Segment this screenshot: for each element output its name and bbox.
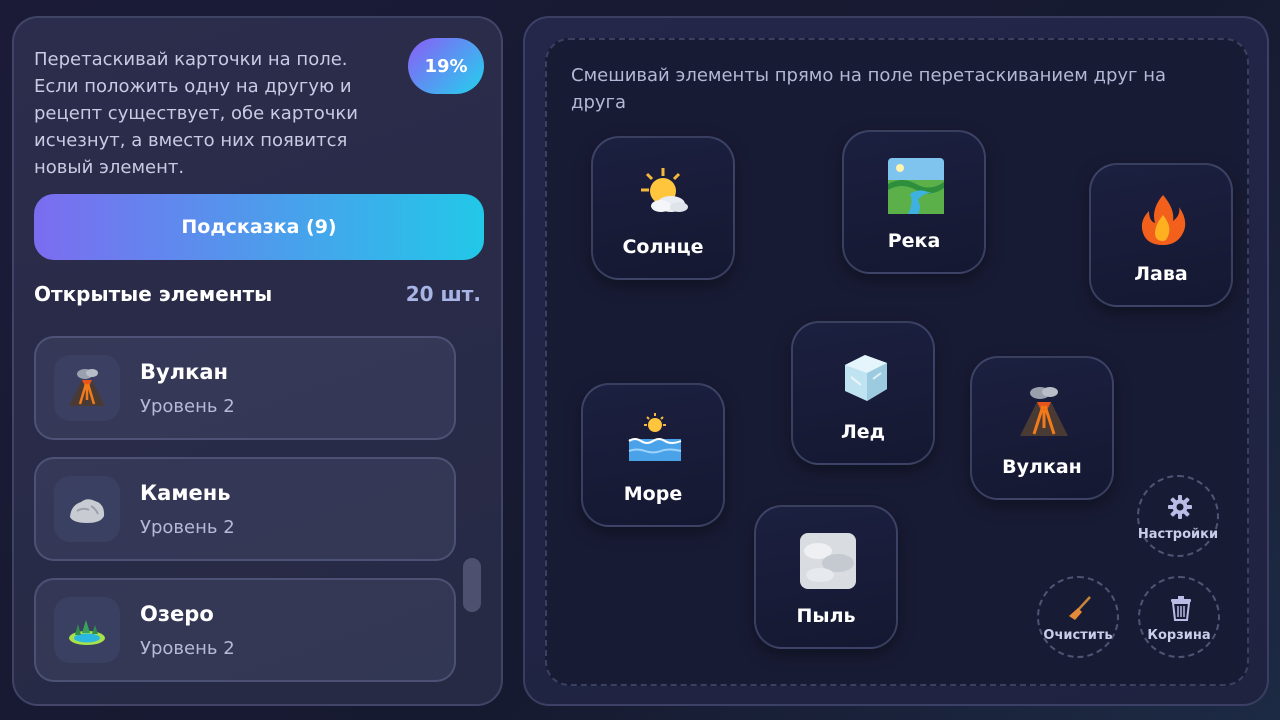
volcano-icon	[54, 355, 120, 421]
card-label: Солнце	[622, 236, 704, 258]
card-ice[interactable]: Лед	[791, 321, 935, 465]
list-item-rock[interactable]: Камень Уровень 2	[34, 457, 456, 561]
list-item-name: Вулкан	[140, 360, 229, 384]
rock-icon	[54, 476, 120, 542]
fire-icon	[1135, 191, 1191, 247]
lake-icon	[54, 597, 120, 663]
ice-icon	[837, 349, 893, 405]
card-label: Вулкан	[1002, 456, 1082, 478]
clear-button[interactable]: Очистить	[1037, 576, 1119, 658]
list-item-lake[interactable]: Озеро Уровень 2	[34, 578, 456, 682]
card-label: Пыль	[796, 605, 856, 627]
mixing-panel: Смешивай элементы прямо на поле перетаск…	[523, 16, 1269, 706]
instruction-text: Перетаскивай карточки на поле. Если поло…	[34, 49, 358, 178]
element-list: Вулкан Уровень 2 Камень Уровень 2 Озеро …	[34, 336, 456, 699]
river-icon	[888, 158, 944, 214]
list-scrollbar[interactable]	[463, 558, 481, 612]
sun-cloud-icon	[637, 164, 693, 220]
settings-label: Настройки	[1137, 527, 1219, 542]
trash-icon	[1167, 594, 1195, 622]
hint-button[interactable]: Подсказка (9)	[34, 194, 484, 260]
gear-icon	[1166, 493, 1194, 521]
settings-button[interactable]: Настройки	[1137, 475, 1219, 557]
card-dust[interactable]: Пыль	[754, 505, 898, 649]
broom-icon	[1066, 594, 1094, 622]
trash-label: Корзина	[1147, 628, 1211, 643]
card-label: Лед	[840, 421, 885, 443]
card-sun[interactable]: Солнце	[591, 136, 735, 280]
list-item-level: Уровень 2	[140, 396, 235, 417]
card-sea[interactable]: Море	[581, 383, 725, 527]
list-item-level: Уровень 2	[140, 638, 235, 659]
sidebar-panel: Перетаскивай карточки на поле. Если поло…	[12, 16, 503, 706]
list-item-level: Уровень 2	[140, 517, 235, 538]
element-count: 20 шт.	[405, 282, 481, 306]
sea-icon	[627, 411, 683, 467]
board-hint: Смешивай элементы прямо на поле перетаск…	[571, 65, 1166, 113]
dust-icon	[800, 533, 856, 589]
card-lava[interactable]: Лава	[1089, 163, 1233, 307]
volcano-icon	[1016, 384, 1072, 440]
card-label: Лава	[1134, 263, 1188, 285]
card-river[interactable]: Река	[842, 130, 986, 274]
section-title: Открытые элементы	[34, 282, 273, 306]
card-label: Море	[623, 483, 683, 505]
mixing-board[interactable]: Смешивай элементы прямо на поле перетаск…	[545, 38, 1249, 686]
progress-badge: 19%	[408, 38, 484, 94]
card-volcano[interactable]: Вулкан	[970, 356, 1114, 500]
list-item-volcano[interactable]: Вулкан Уровень 2	[34, 336, 456, 440]
list-item-name: Озеро	[140, 602, 214, 626]
card-label: Река	[887, 230, 941, 252]
trash-button[interactable]: Корзина	[1138, 576, 1220, 658]
list-item-name: Камень	[140, 481, 231, 505]
